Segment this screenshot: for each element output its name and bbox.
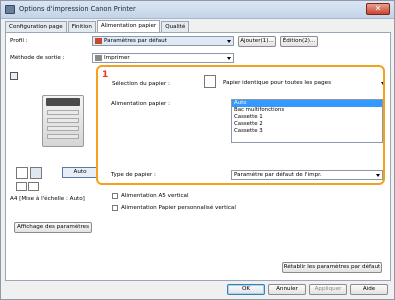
print-options-window: Options d'impression Canon Printer ✕ Con… <box>0 0 395 300</box>
a5-vertical-checkbox[interactable] <box>112 193 118 199</box>
step-number: 1 <box>102 70 109 80</box>
paper-type-label: Type de papier : <box>111 172 156 178</box>
output-method-value: Imprimer <box>104 55 130 61</box>
cancel-button[interactable]: Annuler <box>268 284 306 295</box>
orientation-icon <box>16 182 27 191</box>
layout-icon <box>28 182 39 191</box>
profile-select[interactable]: Paramètres par défaut <box>92 36 234 46</box>
add-profile-button[interactable]: Ajouter(1)... <box>238 36 276 47</box>
list-item[interactable]: Cassette 2 <box>232 121 382 128</box>
page-icon <box>16 167 28 179</box>
restore-defaults-button[interactable]: Rétablir les paramètres par défaut <box>282 262 382 273</box>
paper-source-listbox[interactable]: Auto Bac multifonctions Cassette 1 Casse… <box>231 99 383 143</box>
copies-icon <box>30 167 42 179</box>
tab-page-setup[interactable]: Configuration page <box>5 21 67 32</box>
printer-icon <box>5 5 15 14</box>
output-method-label: Méthode de sortie : <box>10 55 65 61</box>
title-bar: Options d'impression Canon Printer ✕ <box>1 1 394 19</box>
tab-paper-source[interactable]: Alimentation papier <box>96 20 161 32</box>
a5-vertical-label: Alimentation A5 vertical <box>121 193 189 199</box>
close-button[interactable]: ✕ <box>366 3 390 15</box>
list-item[interactable]: Auto <box>232 100 382 107</box>
profile-icon <box>95 37 102 44</box>
chevron-down-icon <box>227 57 231 60</box>
paper-source-label: Alimentation papier : <box>111 101 170 107</box>
tab-quality[interactable]: Qualité <box>161 21 190 32</box>
profile-value: Paramètres par défaut <box>104 38 167 44</box>
tab-finishing[interactable]: Finition <box>67 21 96 32</box>
tab-bar: Configuration page Finition Alimentation… <box>5 20 190 32</box>
output-method-select[interactable]: Imprimer <box>92 53 234 63</box>
print-icon <box>95 54 102 61</box>
paper-type-select[interactable]: Paramètre par défaut de l'impr. <box>231 170 383 180</box>
auto-box: Auto <box>62 167 98 178</box>
edit-profile-button[interactable]: Édition(2)... <box>280 36 318 47</box>
profile-label: Profil : <box>10 38 28 44</box>
custom-vertical-label: Alimentation Papier personnalisé vertica… <box>121 205 236 211</box>
paper-type-value: Paramètre par défaut de l'impr. <box>234 172 322 178</box>
window-title: Options d'impression Canon Printer <box>19 5 136 13</box>
show-settings-button[interactable]: Affichage des paramètres <box>14 222 92 233</box>
paper-size-info: A4 [Mise à l'échelle : Auto] <box>10 196 85 202</box>
help-button[interactable]: Aide <box>350 284 388 295</box>
custom-vertical-checkbox[interactable] <box>112 205 118 211</box>
list-item[interactable]: Cassette 3 <box>232 128 382 135</box>
list-item[interactable]: Cassette 1 <box>232 114 382 121</box>
chevron-down-icon <box>227 40 231 43</box>
chevron-down-icon <box>376 174 380 177</box>
list-item[interactable]: Bac multifonctions <box>232 107 382 114</box>
apply-button[interactable]: Appliquer <box>309 284 347 295</box>
printer-image <box>42 95 84 147</box>
ok-button[interactable]: OK <box>227 284 265 295</box>
